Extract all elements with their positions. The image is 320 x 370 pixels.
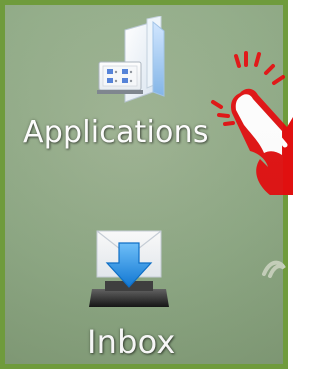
applications-folder-icon [97,16,165,103]
inbox-tray-icon [89,230,169,307]
pointing-hand-cursor-icon [211,51,293,195]
desktop: Applications Inbox [0,0,293,370]
inbox-label: Inbox [87,323,176,361]
inbox-shortcut[interactable]: Inbox [75,225,210,370]
applications-label: Applications [23,115,209,150]
background-swirl-icon [262,260,286,278]
